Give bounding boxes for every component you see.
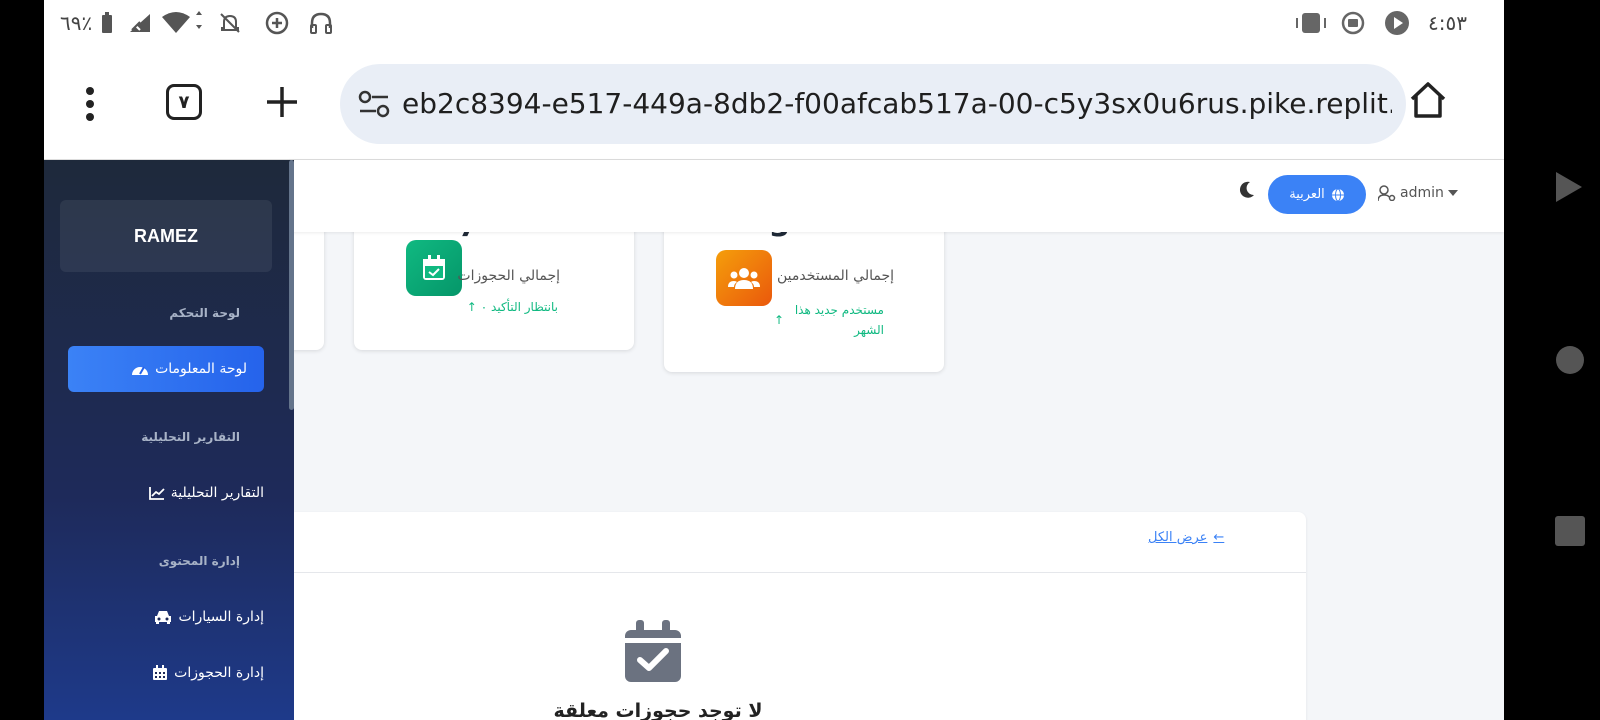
- section-title-reports: التقارير التحليلية: [141, 430, 240, 444]
- stat-label: إجمالي الحجوزات: [457, 268, 560, 284]
- stat-subtext: مستخدم جديد هذا الشهر ↑: [774, 300, 884, 340]
- play-icon[interactable]: [1554, 170, 1584, 208]
- view-all-link[interactable]: ← عرض الكل: [1148, 530, 1224, 545]
- headphones-icon: [308, 10, 334, 36]
- theme-toggle-moon-icon[interactable]: [1237, 178, 1257, 202]
- section-title-content: إدارة المحتوى: [158, 554, 240, 568]
- sidebar-item-bookings[interactable]: إدارة الحجوزات: [152, 650, 264, 696]
- no-signal-icon: [128, 10, 154, 36]
- browser-toolbar: ٧ eb2c8394-e517-449a-8db2-f00afcab517a-0…: [44, 48, 1504, 160]
- sidebar: RAMEZ لوحة التحكم لوحة المعلومات التقاري…: [44, 160, 294, 720]
- section-title-dashboard: لوحة التحكم: [169, 306, 240, 320]
- sidebar-item-label: لوحة المعلومات: [155, 361, 247, 377]
- site-settings-icon[interactable]: [358, 88, 390, 120]
- new-tab-button[interactable]: [262, 82, 302, 122]
- arrow-up-icon: ↑: [774, 313, 785, 327]
- tab-count: ٧: [178, 91, 190, 113]
- sidebar-item-reports[interactable]: التقارير التحليلية: [148, 470, 264, 516]
- arrow-left-icon: ←: [1213, 530, 1225, 545]
- battery-icon: [100, 10, 114, 36]
- sidebar-item-cars[interactable]: إدارة السيارات: [154, 594, 264, 640]
- battery-percent: ٦٩٪: [60, 11, 93, 35]
- view-all-label: عرض الكل: [1148, 530, 1208, 545]
- device-screen: ٦٩٪ ٤:٥٣ ٧ eb2c8394-e517-449a-8db2-f00af…: [44, 0, 1504, 720]
- panel-header: ← عرض الكل: [288, 512, 1306, 573]
- stat-subtext-label: بانتظار التأكيد ٠: [480, 300, 558, 314]
- sidebar-item-label: التقارير التحليلية: [170, 485, 264, 501]
- status-bar: ٦٩٪ ٤:٥٣: [44, 0, 1504, 48]
- brand-logo[interactable]: RAMEZ: [60, 200, 272, 272]
- overview-square-icon[interactable]: [1555, 516, 1585, 550]
- user-menu[interactable]: admin: [1378, 178, 1458, 208]
- language-button[interactable]: العربية: [1268, 175, 1366, 214]
- stat-label: إجمالي المستخدمين: [776, 268, 894, 284]
- app-navbar: العربية admin: [288, 160, 1504, 232]
- empty-state-text: لا توجد حجوزات معلقة: [553, 700, 763, 720]
- tab-switcher-button[interactable]: ٧: [166, 84, 202, 120]
- clock: ٤:٥٣: [1428, 11, 1467, 35]
- address-bar[interactable]: eb2c8394-e517-449a-8db2-f00afcab517a-00-…: [340, 64, 1406, 144]
- system-navigation: [1504, 0, 1600, 720]
- stat-subtext: بانتظار التأكيد ٠ ↑: [467, 300, 558, 314]
- arrow-up-icon: ↑: [466, 300, 477, 314]
- users-icon: [716, 250, 772, 306]
- chart-icon: [148, 487, 165, 500]
- notifications-off-icon: [218, 10, 242, 36]
- user-gear-icon: [1378, 185, 1396, 201]
- calendar-check-icon: [406, 240, 462, 296]
- globe-icon: [1331, 188, 1344, 201]
- language-label: العربية: [1289, 187, 1325, 202]
- user-name: admin: [1400, 185, 1444, 201]
- sidebar-scrollbar[interactable]: [289, 160, 294, 410]
- data-saver-icon: [264, 10, 290, 36]
- wifi-icon: [160, 10, 204, 36]
- caret-down-icon: [1447, 190, 1458, 196]
- calendar-icon: [153, 665, 168, 680]
- sidebar-item-dashboard[interactable]: لوحة المعلومات: [68, 346, 264, 392]
- home-button[interactable]: [1408, 78, 1448, 122]
- vibrate-icon: [1294, 10, 1328, 36]
- calendar-check-icon: [624, 620, 684, 684]
- play-status-icon: [1384, 10, 1410, 36]
- sidebar-item-label: إدارة السيارات: [178, 609, 264, 625]
- dashboard-icon: [132, 366, 149, 375]
- stat-subtext-label: مستخدم جديد هذا الشهر: [794, 303, 884, 337]
- home-circle-icon[interactable]: [1555, 345, 1585, 379]
- browser-menu-button[interactable]: [70, 72, 110, 136]
- cast-icon: [1340, 10, 1366, 36]
- sidebar-item-label: إدارة الحجوزات: [174, 665, 264, 681]
- url-text: eb2c8394-e517-449a-8db2-f00afcab517a-00-…: [402, 87, 1392, 120]
- car-icon: [155, 611, 172, 624]
- pending-bookings-panel: ← عرض الكل لا توجد حجوزات معلقة: [288, 512, 1306, 720]
